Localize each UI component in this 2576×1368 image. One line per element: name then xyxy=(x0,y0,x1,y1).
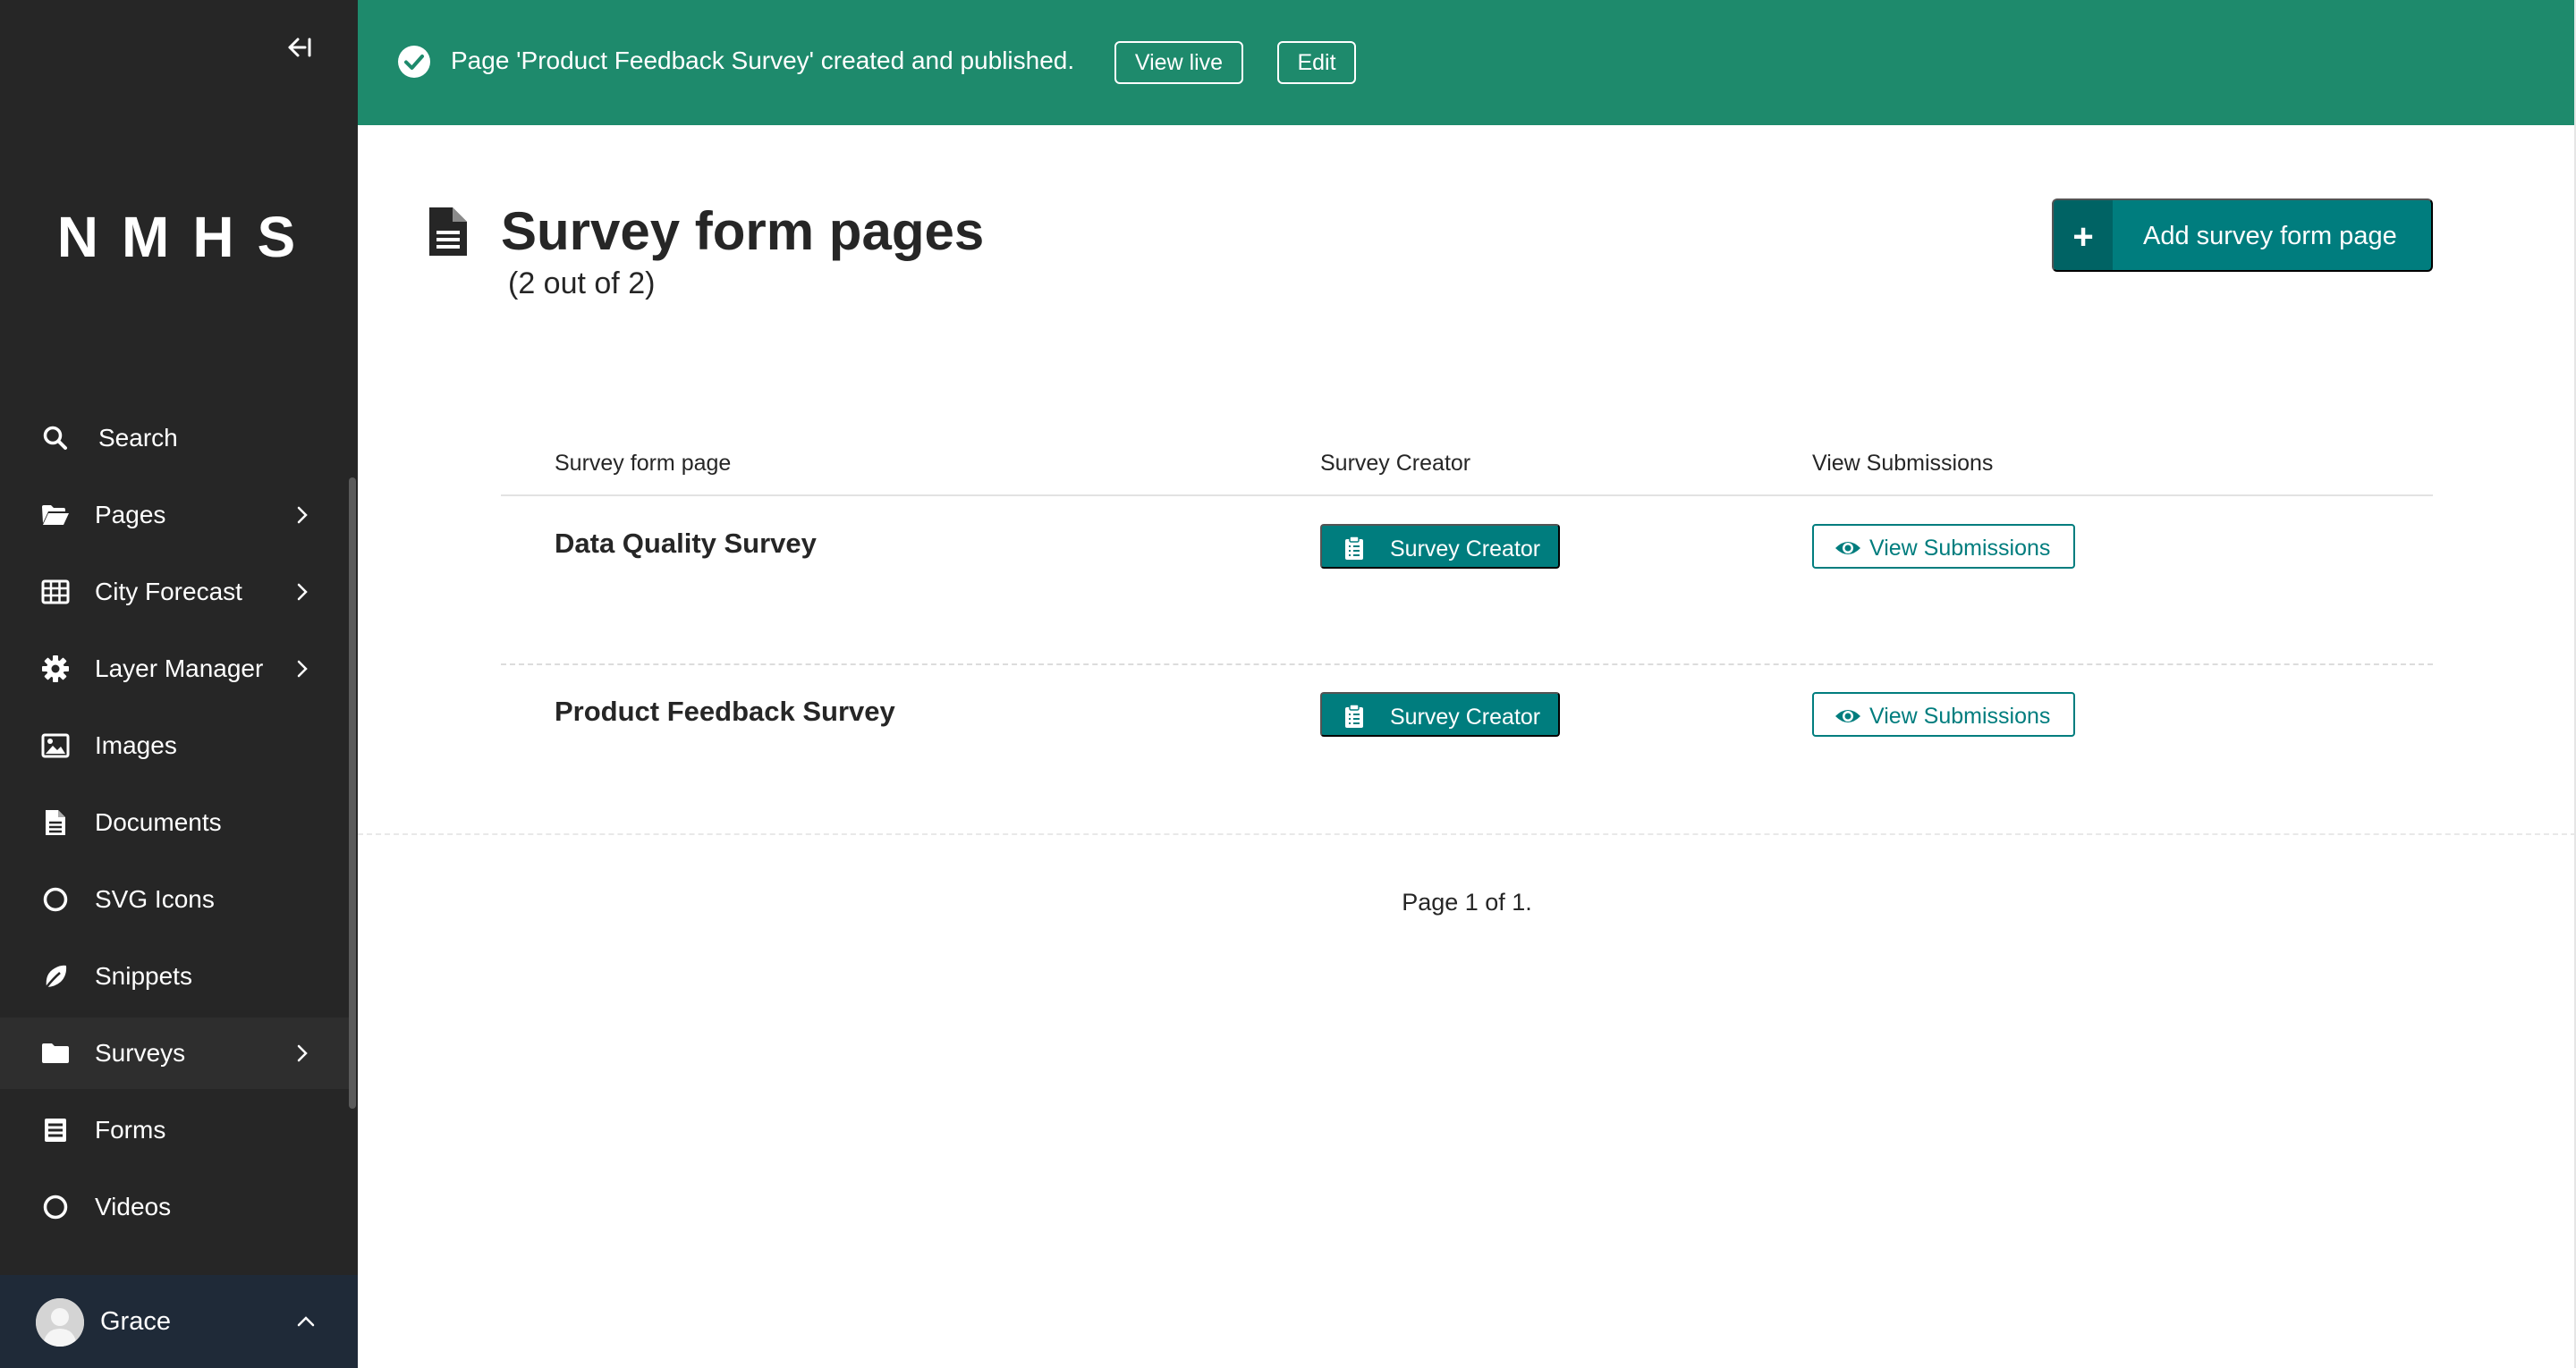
success-banner: Page 'Product Feedback Survey' created a… xyxy=(358,0,2576,125)
survey-creator-button[interactable]: Survey Creator xyxy=(1320,692,1560,737)
form-icon xyxy=(39,1114,72,1146)
banner-message: Page 'Product Feedback Survey' created a… xyxy=(451,46,1075,74)
sidebar-scrollbar[interactable] xyxy=(349,477,356,1109)
sidebar-item-label: Videos xyxy=(95,1193,172,1220)
page-title: Survey form pages xyxy=(501,201,985,261)
column-header-title: Survey form page xyxy=(555,451,732,476)
image-icon xyxy=(39,730,72,762)
sidebar-item-videos[interactable]: Videos xyxy=(0,1171,351,1243)
survey-creator-label: Survey Creator xyxy=(1390,705,1541,730)
clipboard-icon xyxy=(1345,704,1363,728)
sidebar-item-label: City Forecast xyxy=(95,578,242,605)
chevron-right-icon xyxy=(290,1041,315,1066)
sidebar-item-label: Pages xyxy=(95,501,166,528)
eye-icon xyxy=(1835,542,1860,554)
plus-icon: + xyxy=(2054,200,2113,270)
collapse-left-icon xyxy=(288,38,311,57)
column-header-creator: Survey Creator xyxy=(1320,451,1471,476)
sidebar-item-label: Layer Manager xyxy=(95,654,264,682)
chevron-right-icon xyxy=(290,579,315,604)
sidebar-item-label: SVG Icons xyxy=(95,885,215,913)
survey-page-title-link[interactable]: Product Feedback Survey xyxy=(555,696,895,728)
pagination-text: Page 1 of 1. xyxy=(1402,889,1532,916)
sidebar-item-label: Surveys xyxy=(95,1039,186,1067)
sidebar-item-label: Documents xyxy=(95,808,222,836)
sidebar-item-forms[interactable]: Forms xyxy=(0,1094,351,1166)
sidebar-item-svg-icons[interactable]: SVG Icons xyxy=(0,864,351,935)
check-circle-icon xyxy=(398,46,430,78)
sidebar-item-layer-manager[interactable]: Layer Manager xyxy=(0,633,351,705)
sidebar-item-label: Search xyxy=(98,424,178,452)
collapse-sidebar-button[interactable] xyxy=(281,32,317,63)
table-footer-divider xyxy=(358,833,2576,835)
sidebar-item-label: Images xyxy=(95,731,177,759)
row-divider xyxy=(501,663,2433,665)
sidebar-item-snippets[interactable]: Snippets xyxy=(0,941,351,1012)
survey-page-title-link[interactable]: Data Quality Survey xyxy=(555,528,817,560)
eye-icon xyxy=(1835,710,1860,722)
sidebar-item-label: Forms xyxy=(95,1116,166,1144)
clipboard-icon xyxy=(1345,536,1363,560)
account-menu[interactable]: Grace xyxy=(0,1275,358,1368)
folder-icon xyxy=(39,1037,72,1069)
view-submissions-button[interactable]: View Submissions xyxy=(1812,692,2075,737)
chevron-right-icon xyxy=(290,656,315,681)
result-count: (2 out of 2) xyxy=(508,266,656,300)
search-icon xyxy=(39,422,72,454)
sidebar: NMHS Search Pages City Forecast Layer Ma… xyxy=(0,0,358,1368)
sidebar-item-documents[interactable]: Documents xyxy=(0,787,351,858)
circle-icon xyxy=(39,1191,72,1223)
add-button-label: Add survey form page xyxy=(2143,222,2397,250)
sidebar-item-images[interactable]: Images xyxy=(0,710,351,781)
sidebar-item-label: Snippets xyxy=(95,962,192,990)
chevron-right-icon xyxy=(290,502,315,528)
gear-icon xyxy=(39,653,72,685)
sidebar-item-search[interactable]: Search xyxy=(0,402,351,474)
leaf-icon xyxy=(39,960,72,992)
sidebar-item-pages[interactable]: Pages xyxy=(0,479,351,551)
account-name: Grace xyxy=(100,1307,171,1336)
sidebar-item-surveys[interactable]: Surveys xyxy=(0,1018,351,1089)
site-logo[interactable]: NMHS xyxy=(0,204,358,270)
view-submissions-label: View Submissions xyxy=(1869,536,2051,561)
circle-icon xyxy=(39,883,72,916)
avatar xyxy=(36,1298,84,1347)
add-survey-form-page-button[interactable]: + Add survey form page xyxy=(2052,198,2433,272)
survey-creator-button[interactable]: Survey Creator xyxy=(1320,524,1560,569)
column-header-submissions: View Submissions xyxy=(1812,451,1994,476)
view-submissions-button[interactable]: View Submissions xyxy=(1812,524,2075,569)
survey-creator-label: Survey Creator xyxy=(1390,536,1541,562)
edit-button[interactable]: Edit xyxy=(1277,41,1356,84)
sidebar-item-city-forecast[interactable]: City Forecast xyxy=(0,556,351,628)
table-icon xyxy=(39,576,72,608)
table-header-divider xyxy=(501,494,2433,496)
view-live-button[interactable]: View live xyxy=(1114,41,1243,84)
view-submissions-label: View Submissions xyxy=(1869,704,2051,729)
document-icon xyxy=(429,207,467,256)
document-icon xyxy=(39,806,72,839)
chevron-up-icon xyxy=(293,1309,318,1334)
folder-open-icon xyxy=(39,499,72,531)
